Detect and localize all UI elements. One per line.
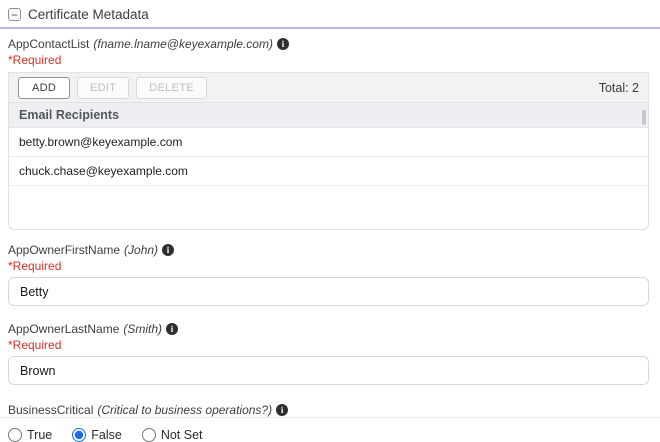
field-hint: (Smith) <box>123 322 162 336</box>
app-contact-list-label: AppContactList (fname.lname@keyexample.c… <box>8 37 649 51</box>
grid-toolbar: ADD EDIT DELETE Total: 2 <box>8 72 649 103</box>
radio-true-input[interactable] <box>8 428 22 442</box>
info-icon[interactable]: i <box>162 244 174 256</box>
collapse-icon[interactable]: − <box>8 8 21 21</box>
required-badge: *Required <box>8 259 649 273</box>
business-critical-label: BusinessCritical (Critical to business o… <box>8 403 649 417</box>
total-count: Total: 2 <box>599 81 639 95</box>
last-name-field[interactable] <box>8 356 649 385</box>
email-recipients-table: Email Recipients betty.brown@keyexample.… <box>8 103 649 230</box>
field-hint: (John) <box>124 243 158 257</box>
section-header: − Certificate Metadata <box>0 0 660 27</box>
add-button[interactable]: ADD <box>18 77 70 99</box>
section-divider <box>0 27 660 29</box>
radio-true[interactable]: True <box>8 428 52 442</box>
radio-false-input[interactable] <box>72 428 86 442</box>
required-badge: *Required <box>8 338 649 352</box>
field-hint: (fname.lname@keyexample.com) <box>93 37 273 51</box>
info-icon[interactable]: i <box>277 38 289 50</box>
business-critical-options: True False Not Set <box>8 428 649 442</box>
required-badge: *Required <box>8 53 649 67</box>
info-icon[interactable]: i <box>276 404 288 416</box>
radio-false[interactable]: False <box>72 428 122 442</box>
info-icon[interactable]: i <box>166 323 178 335</box>
field-name: BusinessCritical <box>8 403 93 417</box>
scrollbar-thumb[interactable] <box>642 110 646 125</box>
radio-not-set[interactable]: Not Set <box>142 428 203 442</box>
delete-button[interactable]: DELETE <box>136 77 207 99</box>
radio-label: True <box>27 428 52 442</box>
email-recipients-grid: ADD EDIT DELETE Total: 2 Email Recipient… <box>8 72 649 230</box>
table-row[interactable]: chuck.chase@keyexample.com <box>9 157 648 186</box>
app-owner-first-name-label: AppOwnerFirstName (John) i <box>8 243 649 257</box>
radio-not-set-input[interactable] <box>142 428 156 442</box>
radio-label: Not Set <box>161 428 203 442</box>
field-hint: (Critical to business operations?) <box>97 403 272 417</box>
field-name: AppContactList <box>8 37 89 51</box>
section-bottom-divider <box>0 417 660 418</box>
radio-label: False <box>91 428 122 442</box>
table-header-email-recipients[interactable]: Email Recipients <box>9 103 648 128</box>
field-name: AppOwnerFirstName <box>8 243 120 257</box>
field-name: AppOwnerLastName <box>8 322 119 336</box>
table-row[interactable]: betty.brown@keyexample.com <box>9 128 648 157</box>
edit-button[interactable]: EDIT <box>77 77 129 99</box>
app-owner-last-name-label: AppOwnerLastName (Smith) i <box>8 322 649 336</box>
page-title: Certificate Metadata <box>28 7 149 22</box>
first-name-field[interactable] <box>8 277 649 306</box>
